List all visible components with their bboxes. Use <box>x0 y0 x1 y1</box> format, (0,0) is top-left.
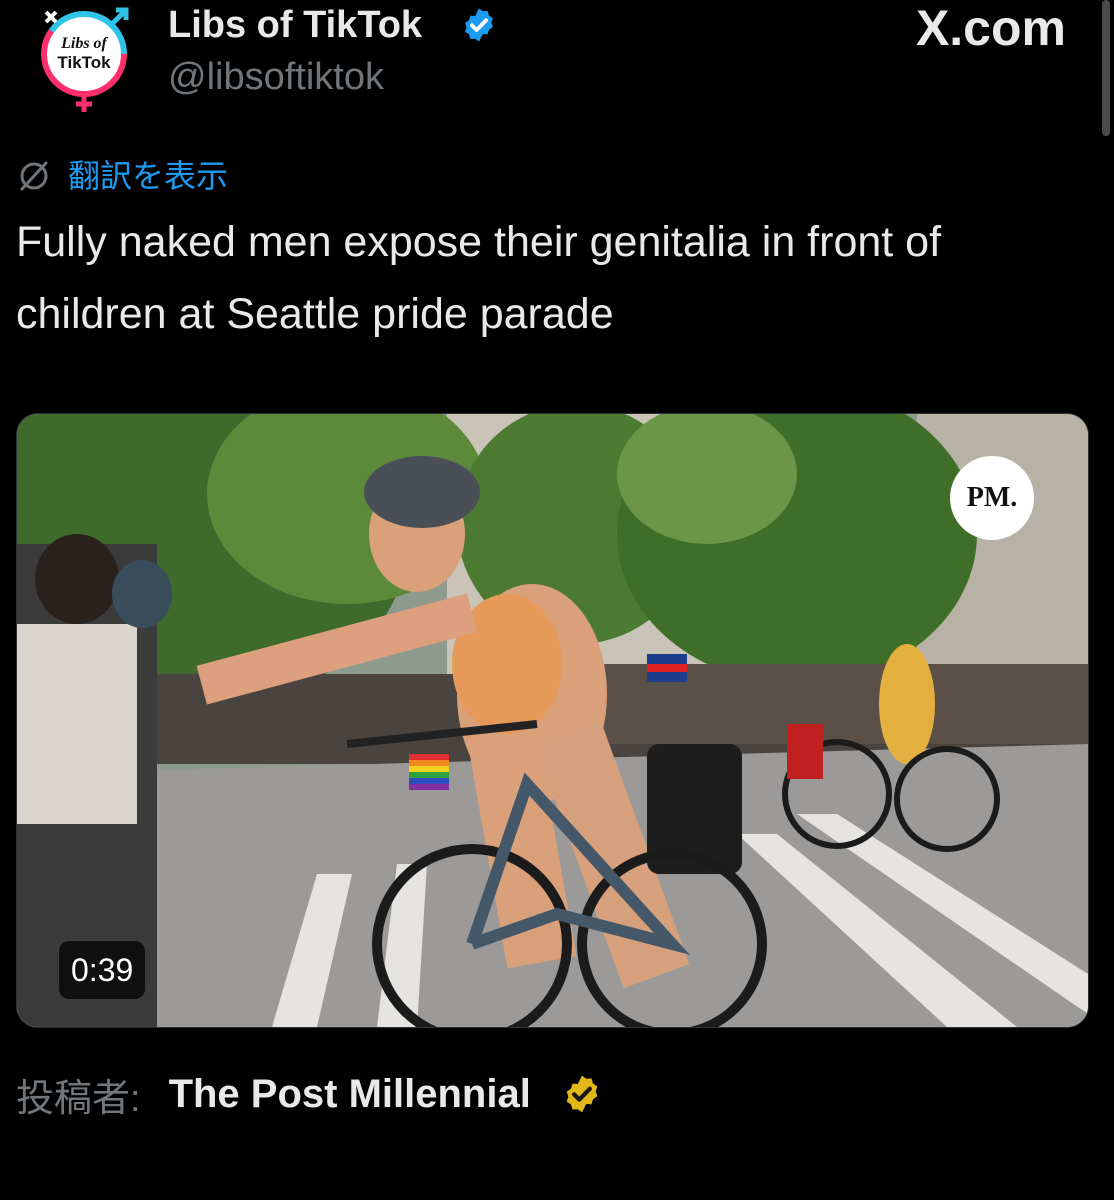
translate-label[interactable]: 翻訳を表示 <box>68 156 228 196</box>
attribution-label: 投稿者: <box>16 1077 141 1120</box>
publisher-watermark: PM. <box>950 456 1034 540</box>
author-avatar[interactable]: Libs of TikTok <box>32 4 136 116</box>
author-display-name[interactable]: Libs of TikTok <box>168 2 422 48</box>
author-handle[interactable]: @libsoftiktok <box>168 54 384 100</box>
video-thumbnail <box>17 414 1088 1027</box>
post-text-line1: Fully naked men expose their genitalia i… <box>16 218 942 266</box>
post-text-line2: children at Seattle pride parade <box>16 290 614 338</box>
avatar-text-line2: TikTok <box>57 53 111 72</box>
video-duration: 0:39 <box>59 941 146 999</box>
scrollbar[interactable] <box>1102 0 1110 136</box>
video-player[interactable]: PM. 0:39 <box>16 413 1089 1028</box>
translate-button[interactable]: 翻訳を表示 <box>16 154 228 198</box>
post-text: Fully naked men expose their genitalia i… <box>16 206 1096 350</box>
blue-check-icon <box>465 8 493 42</box>
globe-slash-icon <box>20 161 48 191</box>
gold-check-icon <box>566 1075 598 1113</box>
post-header: Libs of TikTok Libs of TikTok @libsoftik… <box>0 0 1114 136</box>
attribution-source-name[interactable]: The Post Millennial <box>169 1072 531 1117</box>
site-brand-logo: X.com <box>915 0 1066 56</box>
avatar-text-line1: Libs of <box>60 35 108 52</box>
source-attribution[interactable]: 投稿者: The Post Millennial <box>16 1066 603 1122</box>
